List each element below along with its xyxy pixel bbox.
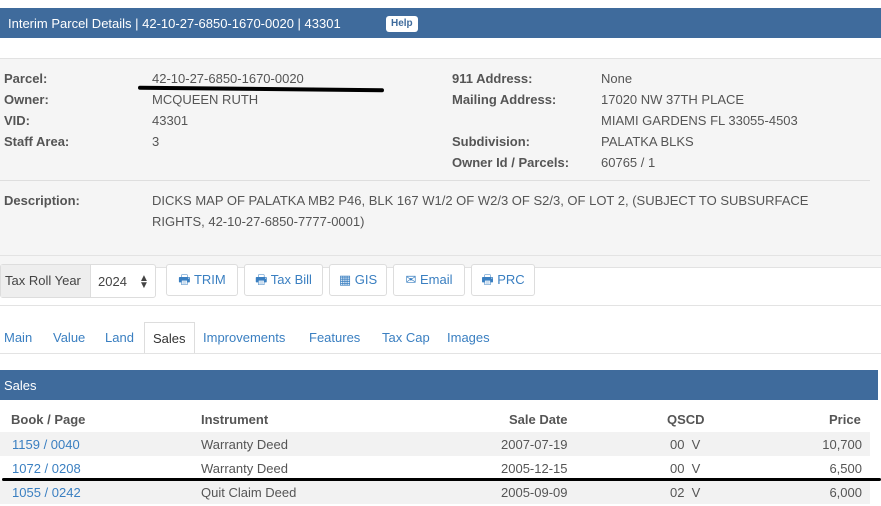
vid-value: 43301 (152, 113, 189, 128)
column-sale-date: Sale Date (509, 412, 568, 427)
info-divider (0, 180, 870, 181)
gis-label: GIS (354, 272, 378, 287)
tab-improvements[interactable]: Improvements (203, 322, 285, 354)
owner-id-value: 60765 / 1 (601, 155, 656, 170)
trim-label: TRIM (193, 272, 226, 287)
tab-sales[interactable]: Sales (144, 322, 195, 354)
description-line1: DICKS MAP OF PALATKA MB2 P46, BLK 167 W1… (152, 193, 809, 208)
printer-icon: 🖶 (178, 272, 191, 287)
staff-area-label: Staff Area: (4, 134, 70, 149)
tab-value[interactable]: Value (53, 322, 85, 354)
mailing-address-line2: MIAMI GARDENS FL 33055-4503 (601, 113, 798, 128)
subdivision-value: PALATKA BLKS (601, 134, 694, 149)
book-page-link[interactable]: 1159 / 0040 (12, 437, 80, 452)
divider (0, 305, 881, 306)
mailing-address-line1: 17020 NW 37TH PLACE (601, 92, 745, 107)
table-row: 1072 / 0208 Warranty Deed 2005-12-15 00 … (0, 456, 870, 480)
email-button[interactable]: ✉ Email (393, 264, 465, 296)
tab-images[interactable]: Images (447, 322, 490, 354)
address-911-value: None (601, 71, 633, 86)
sale-date-cell: 2005-09-09 (501, 485, 568, 500)
column-price: Price (829, 412, 861, 427)
parcel-value: 42-10-27-6850-1670-0020 (152, 71, 304, 86)
prc-button[interactable]: 🖶 PRC (471, 264, 535, 296)
tax-roll-year-select[interactable]: 2024 (98, 274, 127, 289)
tab-features[interactable]: Features (309, 322, 360, 354)
price-cell: 6,500 (829, 461, 862, 476)
tax-roll-year-group: Tax Roll Year 2024 ▲ ▼ (0, 264, 156, 298)
address-911-label: 911 Address: (452, 71, 533, 86)
help-button[interactable]: Help (386, 16, 418, 32)
owner-label: Owner: (4, 92, 49, 107)
price-cell: 6,000 (829, 485, 862, 500)
gis-button[interactable]: ▦ GIS (329, 264, 387, 296)
tabs-baseline (0, 353, 881, 354)
toolbar: Tax Roll Year 2024 ▲ ▼ 🖶 TRIM 🖶 Tax Bill… (0, 262, 881, 302)
subdivision-label: Subdivision: (452, 134, 530, 149)
tax-bill-button[interactable]: 🖶 Tax Bill (244, 264, 323, 296)
price-cell: 10,700 (822, 437, 862, 452)
trim-button[interactable]: 🖶 TRIM (166, 264, 238, 296)
table-row: 1159 / 0040 Warranty Deed 2007-07-19 00 … (0, 432, 870, 456)
book-page-link[interactable]: 1072 / 0208 (12, 461, 81, 476)
page-header: Interim Parcel Details | 42-10-27-6850-1… (0, 8, 881, 38)
qscd-cell: 00 V (670, 461, 701, 476)
annotation-underline (2, 478, 881, 481)
instrument-cell: Quit Claim Deed (201, 485, 297, 500)
sales-section-title: Sales (4, 378, 37, 393)
email-label: Email (420, 272, 453, 287)
qscd-cell: 00 V (670, 437, 701, 452)
tab-tax-cap[interactable]: Tax Cap (382, 322, 430, 354)
instrument-cell: Warranty Deed (201, 461, 288, 476)
printer-icon: 🖶 (255, 272, 268, 287)
tab-land[interactable]: Land (105, 322, 134, 354)
parcel-label: Parcel: (4, 71, 48, 86)
description-line2: RIGHTS, 42-10-27-6850-7777-0001) (152, 214, 365, 229)
sale-date-cell: 2007-07-19 (501, 437, 568, 452)
tax-roll-year-label: Tax Roll Year (1, 265, 91, 297)
mailing-address-label: Mailing Address: (452, 92, 557, 107)
sales-section-header: Sales (0, 370, 878, 400)
owner-value: MCQUEEN RUTH (152, 92, 259, 107)
column-qscd: QSCD (667, 412, 705, 427)
owner-id-label: Owner Id / Parcels: (452, 155, 570, 170)
parcel-info-panel: Parcel: 42-10-27-6850-1670-0020 Owner: M… (0, 58, 881, 268)
prc-label: PRC (497, 272, 525, 287)
instrument-cell: Warranty Deed (201, 437, 288, 452)
divider (0, 255, 881, 256)
printer-icon: 🖶 (481, 272, 494, 287)
envelope-icon: ✉ (405, 272, 417, 287)
page-title: Interim Parcel Details | 42-10-27-6850-1… (8, 16, 341, 31)
vid-label: VID: (4, 113, 30, 128)
column-instrument: Instrument (201, 412, 269, 427)
select-arrows-down-icon: ▼ (139, 280, 149, 291)
description-label: Description: (4, 193, 80, 208)
book-page-link[interactable]: 1055 / 0242 (12, 485, 81, 500)
tax-bill-label: Tax Bill (270, 272, 312, 287)
map-icon: ▦ (338, 272, 352, 287)
table-row: 1055 / 0242 Quit Claim Deed 2005-09-09 0… (0, 480, 870, 504)
staff-area-value: 3 (152, 134, 160, 149)
column-book-page: Book / Page (11, 412, 86, 427)
tab-main[interactable]: Main (4, 322, 32, 354)
sale-date-cell: 2005-12-15 (501, 461, 568, 476)
qscd-cell: 02 V (670, 485, 701, 500)
